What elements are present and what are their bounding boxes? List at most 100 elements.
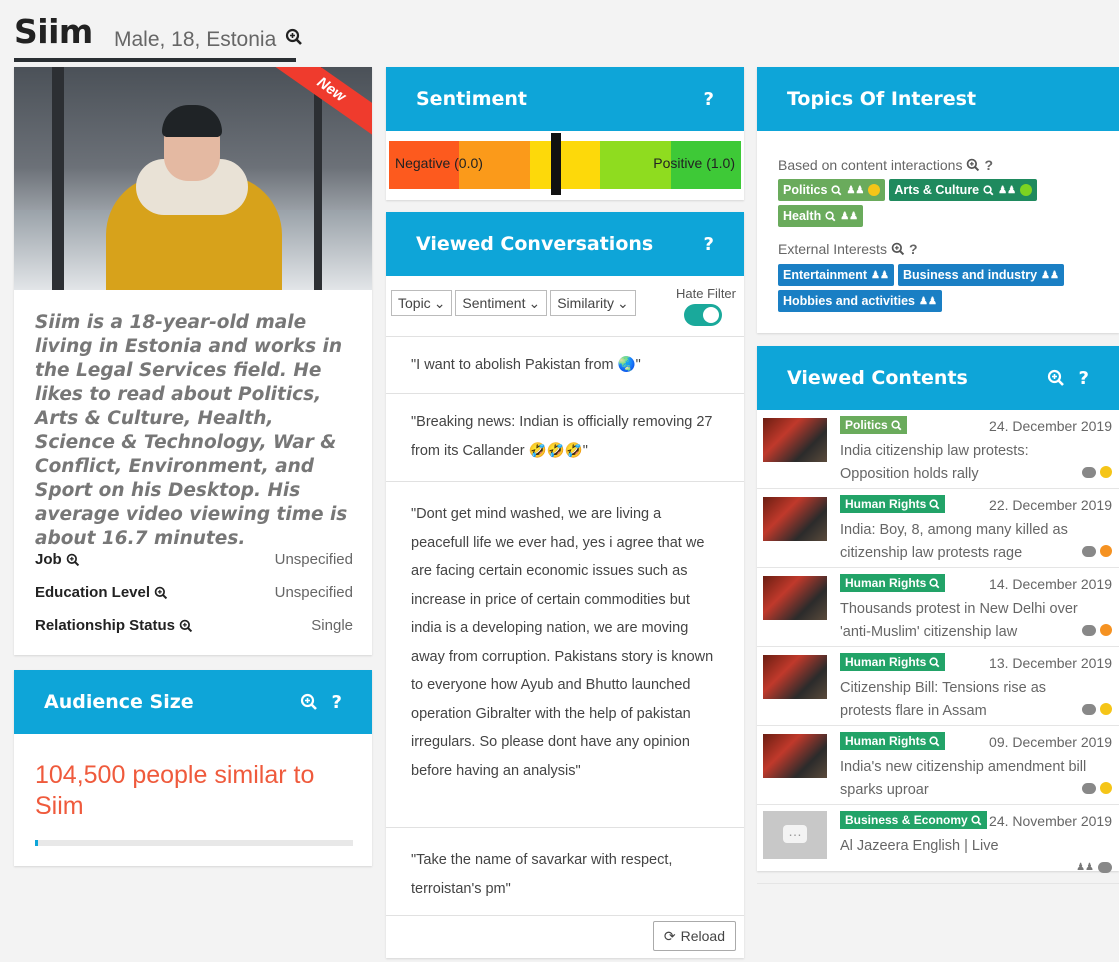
filter-label: Topic [398, 295, 431, 311]
topic-chip[interactable]: Health ♟♟ [778, 205, 864, 227]
topic-chip[interactable]: Politics ♟♟ [778, 179, 886, 201]
content-tag[interactable]: Politics [840, 416, 907, 434]
filter-sentiment[interactable]: Sentiment ⌄ [455, 290, 548, 316]
sentiment-title: Sentiment [416, 88, 527, 110]
zoom-icon[interactable] [929, 735, 940, 747]
content-date: 14. December 2019 [989, 576, 1112, 592]
sentiment-face-icon [1100, 466, 1112, 478]
people-icon: ♟♟ [918, 295, 937, 307]
topic-chip[interactable]: Arts & Culture ♟♟ [889, 179, 1038, 201]
zoom-icon[interactable] [154, 586, 168, 600]
help-icon[interactable]: ? [909, 241, 918, 257]
conversation-item[interactable]: "I want to abolish Pakistan from 🌏" [386, 336, 744, 393]
external-interest-chip[interactable]: Hobbies and activities ♟♟ [778, 290, 942, 312]
content-thumbnail[interactable] [763, 655, 827, 699]
external-interest-chip[interactable]: Business and industry ♟♟ [897, 264, 1064, 286]
hate-filter-toggle[interactable] [684, 304, 722, 326]
content-date: 24. December 2019 [989, 418, 1112, 434]
profile-name: Siim [14, 12, 93, 51]
zoom-icon[interactable] [825, 210, 836, 222]
chevron-down-icon: ⌄ [528, 294, 541, 311]
help-icon[interactable]: ? [704, 89, 714, 110]
topics-title: Topics Of Interest [787, 88, 977, 110]
zoom-icon[interactable] [983, 184, 994, 196]
chip-label: Hobbies and activities [783, 294, 915, 308]
zoom-icon[interactable] [66, 553, 80, 567]
content-tag[interactable]: Business & Economy [840, 811, 987, 829]
comment-icon [1082, 466, 1096, 478]
comment-icon [1082, 782, 1096, 794]
conversations-header: Viewed Conversations ? [386, 212, 744, 276]
zoom-icon[interactable] [891, 242, 905, 256]
help-icon[interactable]: ? [332, 692, 342, 713]
zoom-icon[interactable] [929, 498, 940, 510]
topics-card: Topics Of Interest Based on content inte… [757, 67, 1119, 333]
demographics-text: Male, 18, Estonia [114, 28, 277, 51]
zoom-icon[interactable] [831, 184, 842, 196]
audience-value: 104,500 people similar to Siim [35, 761, 315, 820]
filter-topic[interactable]: Topic ⌄ [391, 290, 453, 316]
content-tag[interactable]: Human Rights [840, 495, 946, 513]
content-row[interactable]: … Business & Economy 24. November 2019 Al J… [757, 805, 1119, 884]
zoom-icon[interactable] [1047, 369, 1065, 387]
zoom-icon[interactable] [971, 814, 982, 826]
sentiment-negative-label: Negative (0.0) [395, 155, 483, 171]
conversation-item[interactable]: "Dont get mind washed, we are living a p… [386, 481, 744, 827]
content-thumbnail[interactable]: … [763, 811, 827, 859]
section-label: External Interests [778, 241, 887, 257]
reload-button[interactable]: ⟳ Reload [652, 921, 736, 951]
contents-card: Viewed Contents ? Politics 24. December 2… [757, 346, 1119, 884]
people-icon: ♟♟ [998, 184, 1017, 196]
chip-label: Arts & Culture [894, 183, 980, 197]
content-tag[interactable]: Human Rights [840, 653, 946, 671]
content-thumbnail[interactable] [763, 497, 827, 541]
help-icon[interactable]: ? [704, 234, 714, 255]
hate-filter-label: Hate Filter [676, 286, 736, 301]
content-row[interactable]: Human Rights 13. December 2019 Citizenship… [757, 647, 1119, 726]
comment-icon [1082, 624, 1096, 636]
tag-label: Human Rights [845, 734, 927, 748]
conversation-item[interactable]: "Breaking news: Indian is officially rem… [386, 393, 744, 481]
external-interests-label: External Interests ? [778, 241, 918, 257]
people-icon: ♟♟ [1041, 269, 1059, 281]
conversations-title: Viewed Conversations [416, 233, 654, 255]
content-thumbnail[interactable] [763, 576, 827, 620]
content-tag[interactable]: Human Rights [840, 732, 946, 750]
zoom-icon[interactable] [929, 656, 940, 668]
conversations-card: Viewed Conversations ? Topic ⌄ Sentiment ⌄… [386, 212, 744, 958]
external-interest-chip[interactable]: Entertainment ♟♟ [778, 264, 894, 286]
zoom-icon[interactable] [179, 619, 193, 633]
content-row[interactable]: Human Rights 09. December 2019 India's new… [757, 726, 1119, 805]
zoom-icon[interactable] [285, 28, 303, 52]
chevron-down-icon: ⌄ [433, 294, 446, 311]
content-tag[interactable]: Human Rights [840, 574, 946, 592]
people-icon: ♟♟ [840, 210, 859, 222]
filter-similarity[interactable]: Similarity ⌄ [550, 290, 636, 316]
content-row[interactable]: Human Rights 14. December 2019 Thousands p… [757, 568, 1119, 647]
audience-card: Audience Size ? 104,500 people similar t… [14, 670, 372, 866]
zoom-icon[interactable] [966, 158, 980, 172]
tag-label: Business & Economy [845, 813, 968, 827]
attr-value: Unspecified [274, 551, 353, 568]
content-row[interactable]: Human Rights 22. December 2019 India: Boy,… [757, 489, 1119, 568]
comment-icon [1098, 862, 1112, 873]
profile-bio: Siim is a 18-year-old male living in Est… [35, 312, 348, 549]
help-icon[interactable]: ? [984, 157, 993, 173]
external-interest-chips: Entertainment ♟♟ Business and industry ♟♟ Ho… [778, 264, 1078, 312]
content-thumbnail[interactable] [763, 418, 827, 462]
content-interest-chips: Politics ♟♟ Arts & Culture ♟♟ Health ♟♟ [778, 179, 1108, 227]
content-title: Citizenship Bill: Tensions rise as prote… [840, 680, 1047, 719]
audience-header: Audience Size ? [14, 670, 372, 734]
conversation-item[interactable]: "Take the name of savarkar with respect,… [386, 827, 744, 915]
zoom-icon[interactable] [929, 577, 940, 589]
sentiment-face-icon [1100, 782, 1112, 794]
profile-demographics: Male, 18, Estonia [114, 28, 303, 52]
content-title: India citizenship law protests: Oppositi… [840, 443, 1029, 482]
attr-value: Single [311, 617, 353, 634]
content-row[interactable]: Politics 24. December 2019 India citizensh… [757, 410, 1119, 489]
content-thumbnail[interactable] [763, 734, 827, 778]
zoom-icon[interactable] [300, 693, 318, 711]
zoom-icon[interactable] [891, 419, 902, 431]
help-icon[interactable]: ? [1079, 368, 1089, 389]
attr-label: Job [35, 551, 62, 568]
